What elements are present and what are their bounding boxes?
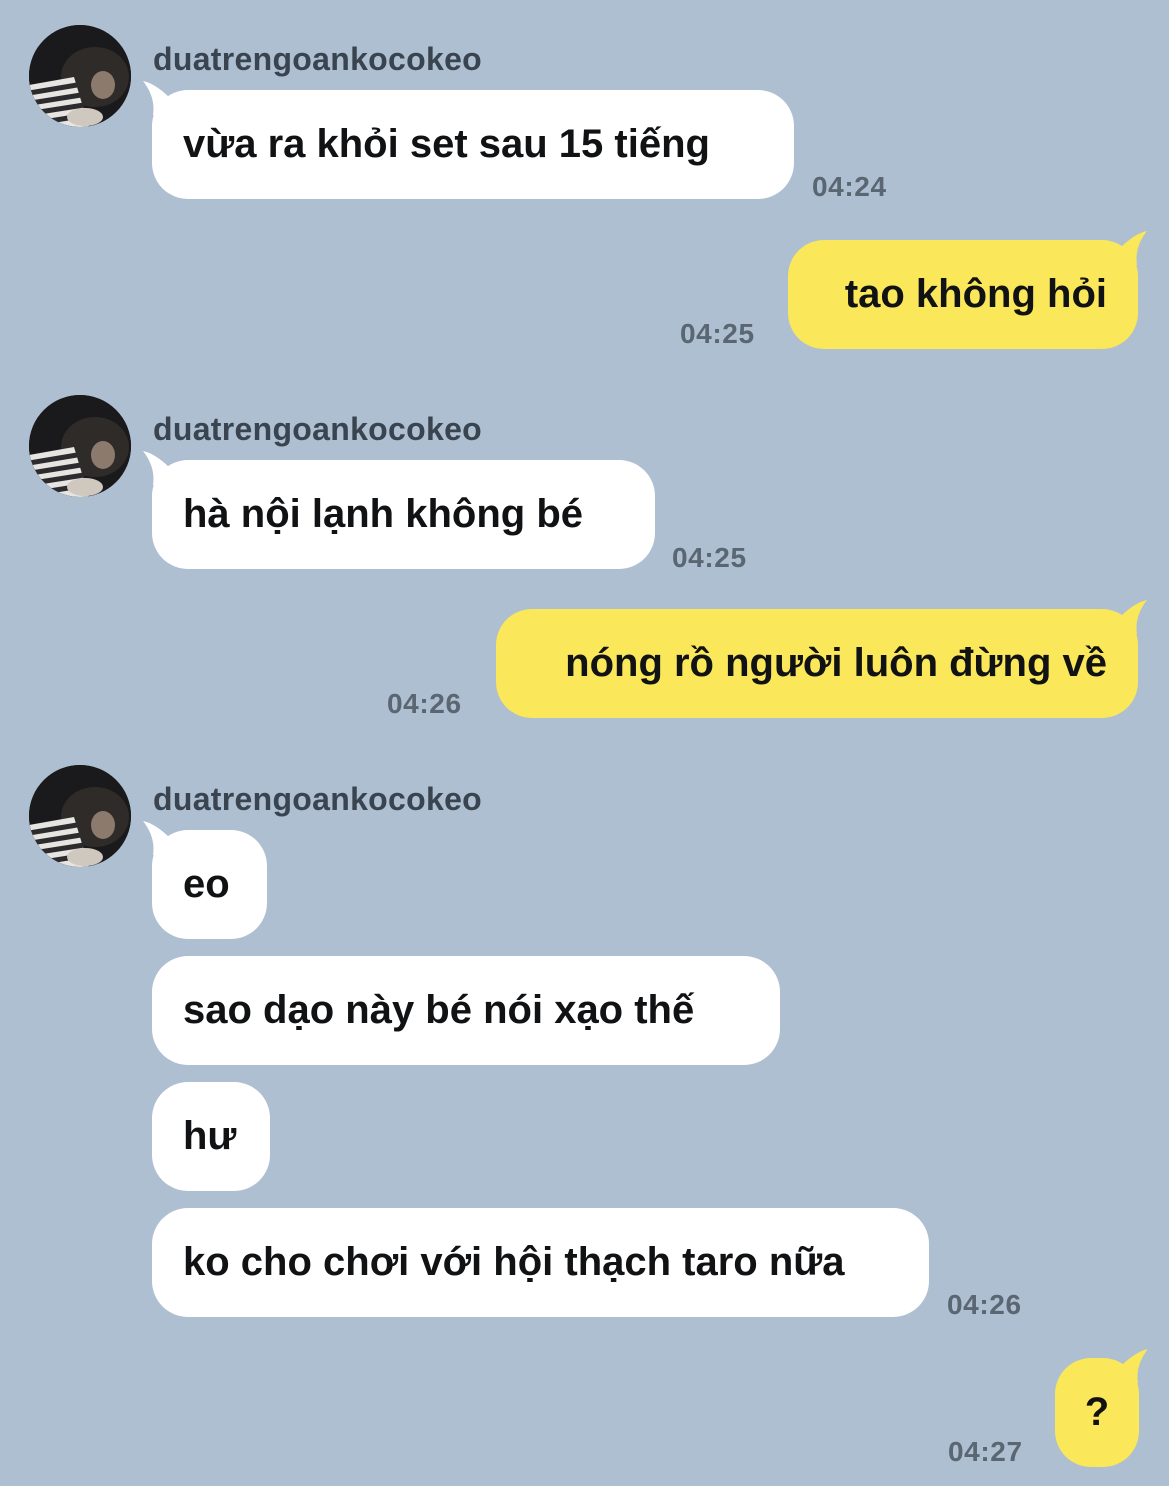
message-timestamp: 04:25: [672, 542, 747, 573]
outgoing-message-bubble[interactable]: tao không hỏi: [788, 231, 1147, 349]
bubble-tail-icon: [143, 451, 171, 485]
sender-name: duatrengoankocokeo: [153, 411, 483, 447]
profile-photo-avatar: [29, 395, 131, 497]
message-timestamp: 04:25: [680, 318, 755, 349]
bubble-tail-icon: [1119, 600, 1147, 634]
incoming-message-bubble[interactable]: vừa ra khỏi set sau 15 tiếng: [143, 81, 794, 199]
sender-name: duatrengoankocokeo: [153, 41, 483, 77]
incoming-message-bubble[interactable]: hư: [152, 1082, 270, 1191]
message-timestamp: 04:26: [387, 688, 462, 719]
bubble-tail-icon: [143, 821, 171, 855]
outgoing-message-bubble[interactable]: ?: [1055, 1349, 1148, 1467]
message-text: eo: [183, 862, 230, 906]
incoming-message-bubble[interactable]: sao dạo này bé nói xạo thế: [152, 956, 780, 1065]
message-text: nóng rồ người luôn đừng về: [565, 641, 1107, 685]
sender-name: duatrengoankocokeo: [153, 781, 483, 817]
message-timestamp: 04:26: [947, 1289, 1022, 1320]
message-timestamp: 04:24: [812, 171, 887, 202]
contact-avatar[interactable]: [29, 25, 131, 127]
bubble-tail-icon: [143, 81, 171, 115]
profile-photo-avatar: [29, 25, 131, 127]
message-text: hà nội lạnh không bé: [183, 492, 583, 536]
bubble-tail-icon: [1119, 231, 1147, 265]
contact-avatar[interactable]: [29, 395, 131, 497]
message-text: ?: [1084, 1390, 1110, 1434]
message-text: tao không hỏi: [844, 272, 1107, 316]
bubble-tail-icon: [1120, 1349, 1148, 1383]
contact-avatar[interactable]: [29, 765, 131, 867]
incoming-message-bubble[interactable]: ko cho chơi với hội thạch taro nữa: [152, 1208, 929, 1317]
message-text: vừa ra khỏi set sau 15 tiếng: [183, 122, 710, 166]
incoming-message-bubble[interactable]: hà nội lạnh không bé: [143, 451, 655, 569]
chat-conversation[interactable]: duatrengoankocokeo vừa ra khỏi set sau 1…: [0, 0, 1169, 1486]
message-timestamp: 04:27: [948, 1436, 1023, 1467]
message-text: hư: [183, 1114, 237, 1158]
outgoing-message-bubble[interactable]: nóng rồ người luôn đừng về: [496, 600, 1147, 718]
message-text: sao dạo này bé nói xạo thế: [183, 988, 695, 1032]
profile-photo-avatar: [29, 765, 131, 867]
message-text: ko cho chơi với hội thạch taro nữa: [183, 1240, 845, 1284]
incoming-message-bubble[interactable]: eo: [143, 821, 267, 939]
